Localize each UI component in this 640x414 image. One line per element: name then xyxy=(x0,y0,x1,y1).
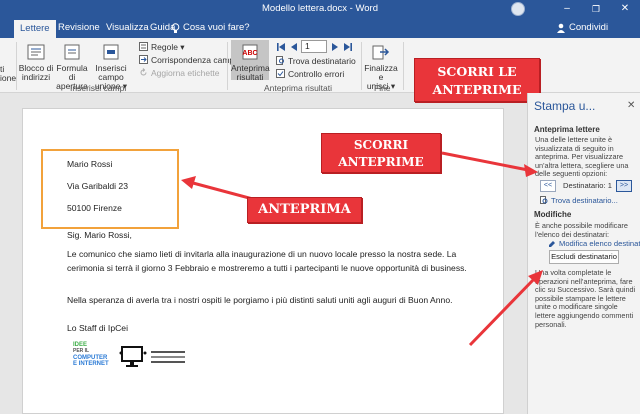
ribbon: ti ione Blocco di indirizzi Formula di a… xyxy=(0,38,640,93)
recipient-counter: Destinatario: 1 xyxy=(563,181,612,190)
last-record-icon[interactable] xyxy=(343,42,353,52)
preview-results-icon: ABC xyxy=(242,44,258,60)
share-person-icon xyxy=(557,23,565,33)
escludi-destinatario-button[interactable]: Escludi destinatario xyxy=(549,250,619,264)
next-record-icon[interactable] xyxy=(330,42,340,52)
group-label-inserisci-campi: Inserisci campi xyxy=(70,83,127,93)
document-area: Mario Rossi Via Garibaldi 23 50100 Firen… xyxy=(0,93,527,414)
pane-text-anteprima: Una delle lettere unite è visualizzata d… xyxy=(535,135,629,179)
rules-icon xyxy=(139,42,148,51)
tab-lettere[interactable]: Lettere xyxy=(14,20,56,38)
avatar[interactable] xyxy=(511,2,525,16)
cut-off-button[interactable]: ti ione xyxy=(0,65,16,83)
group-label-fine: Fine xyxy=(374,83,391,93)
group-label-anteprima-risultati: Anteprima risultati xyxy=(264,83,333,93)
anteprima-risultati-button[interactable]: ABC Anteprima risultati xyxy=(231,40,270,82)
previous-recipient-button[interactable]: << xyxy=(540,180,556,192)
callout-anteprima: ANTEPRIMA xyxy=(247,197,362,223)
mail-merge-pane: Stampa u... ✕ Anteprima lettere Una dell… xyxy=(527,93,640,414)
edit-list-icon xyxy=(549,241,555,247)
previous-record-icon[interactable] xyxy=(289,42,299,52)
modifica-elenco-link[interactable]: Modifica elenco destinatari xyxy=(559,239,640,248)
minimize-button[interactable]: – xyxy=(556,1,578,17)
title-bar: Modello lettera.docx - Word – ❐ ✕ xyxy=(0,0,640,19)
check-errors-icon xyxy=(276,69,285,78)
tab-revisione[interactable]: Revisione xyxy=(58,22,100,33)
trova-destinatario-button[interactable]: Trova destinatario xyxy=(276,56,356,66)
tab-visualizza[interactable]: Visualizza xyxy=(106,22,149,33)
pane-text-modifiche: È anche possibile modificare l'elenco de… xyxy=(535,221,628,239)
controllo-errori-button[interactable]: Controllo errori xyxy=(276,69,344,79)
callout-scorri-anteprime: SCORRI ANTEPRIME xyxy=(321,133,441,173)
arrow-to-preview xyxy=(181,176,269,205)
window-title: Modello lettera.docx - Word xyxy=(262,3,378,14)
svg-text:ABC: ABC xyxy=(242,50,257,57)
regole-menu[interactable]: Regole ▾ xyxy=(139,42,185,53)
finish-merge-icon xyxy=(372,45,390,60)
insert-field-icon xyxy=(103,44,119,60)
share-button[interactable]: Condividi xyxy=(569,22,608,33)
pane-text-completion: Una volta completate le operazioni nell'… xyxy=(535,268,636,329)
find-recipient-icon xyxy=(540,196,548,204)
refresh-icon xyxy=(140,68,147,76)
callout-scorri-le-anteprime: SCORRI LE ANTEPRIME xyxy=(414,58,540,102)
corrispondenza-campi-button[interactable]: Corrispondenza campi xyxy=(139,55,236,65)
trova-destinatario-link[interactable]: Trova destinatario... xyxy=(551,196,618,205)
ribbon-tab-bar: Lettere Revisione Visualizza Guida Cosa … xyxy=(0,19,640,38)
lightbulb-icon xyxy=(171,23,180,33)
match-fields-icon xyxy=(139,55,148,64)
pane-heading-modifiche: Modifiche xyxy=(534,210,572,219)
aggiorna-etichette-button[interactable]: Aggiorna etichette xyxy=(139,68,220,78)
blocco-indirizzi-button[interactable]: Blocco di indirizzi xyxy=(16,42,56,82)
pane-heading-anteprima: Anteprima lettere xyxy=(534,125,600,134)
address-block-icon xyxy=(27,44,45,60)
ribbon-separator xyxy=(227,42,228,90)
tell-me-search[interactable]: Cosa vuoi fare? xyxy=(183,22,250,33)
ribbon-separator xyxy=(403,42,404,90)
next-recipient-button[interactable]: >> xyxy=(616,180,632,192)
find-recipient-icon xyxy=(276,56,284,65)
greeting-line-icon xyxy=(64,44,80,60)
first-record-icon[interactable] xyxy=(276,42,286,52)
pane-close-button[interactable]: ✕ xyxy=(627,100,635,111)
pane-title: Stampa u... xyxy=(534,99,596,113)
close-window-button[interactable]: ✕ xyxy=(614,1,636,17)
record-number-input[interactable]: 1 xyxy=(301,40,327,53)
restore-button[interactable]: ❐ xyxy=(585,1,607,17)
ribbon-separator xyxy=(361,42,362,90)
